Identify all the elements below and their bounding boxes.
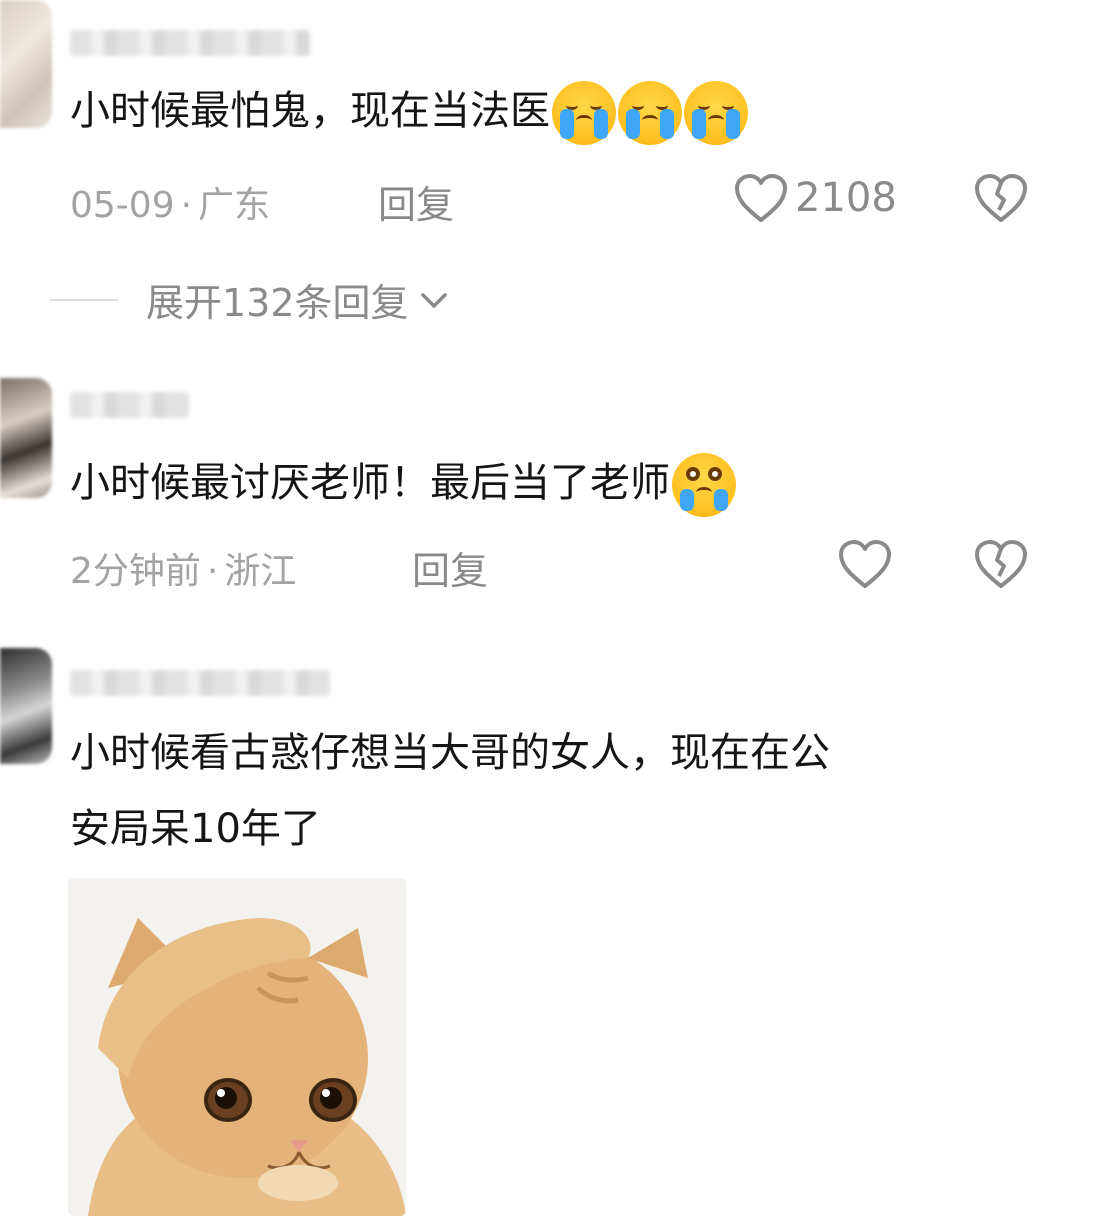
avatar[interactable] <box>0 648 52 764</box>
face-holding-back-tears-icon <box>672 453 736 517</box>
comment-1: 小时候最怕鬼，现在当法医 05-09 · 广东 回复 2108 展开132条回复 <box>0 0 1093 330</box>
comment-2: 小时候最讨厌老师！最后当了老师 2分钟前 · 浙江 回复 <box>0 360 1093 610</box>
username-blurred[interactable] <box>70 30 310 56</box>
loudly-crying-face-icon <box>552 81 616 145</box>
meta-separator: · <box>206 551 219 592</box>
comment-date: 2分钟前 <box>70 551 201 592</box>
reply-button[interactable]: 回复 <box>378 174 454 229</box>
comment-text-line-1: 小时候看古惑仔想当大哥的女人，现在在公 <box>70 730 830 776</box>
broken-heart-icon <box>975 174 1027 222</box>
comment-meta: 2分钟前 · 浙江 <box>70 542 296 594</box>
like-button[interactable] <box>837 538 893 590</box>
like-button[interactable]: 2108 <box>733 172 897 224</box>
like-count: 2108 <box>795 175 897 221</box>
comment-text: 小时候最讨厌老师！最后当了老师 <box>70 452 736 517</box>
loudly-crying-face-icon <box>618 81 682 145</box>
comment-text: 小时候最怕鬼，现在当法医 <box>70 80 748 145</box>
cat-illustration <box>68 878 406 1216</box>
expand-replies-button[interactable]: 展开132条回复 <box>50 272 451 327</box>
loudly-crying-face-icon <box>684 81 748 145</box>
heart-icon <box>839 540 891 588</box>
username-blurred[interactable] <box>70 392 190 418</box>
username-blurred[interactable] <box>70 670 330 696</box>
dislike-button[interactable] <box>973 172 1029 228</box>
heart-icon <box>735 174 787 222</box>
dislike-button[interactable] <box>973 538 1029 594</box>
comment-body: 小时候最怕鬼，现在当法医 <box>70 88 550 134</box>
broken-heart-icon <box>975 540 1027 588</box>
expand-replies-label: 展开132条回复 <box>146 281 409 325</box>
comment-date: 05-09 <box>70 185 175 226</box>
cat-meme-image[interactable] <box>68 878 406 1216</box>
meta-separator: · <box>180 185 193 226</box>
comment-text-line-2: 安局呆10年了 <box>70 806 321 852</box>
comment-body: 小时候最讨厌老师！最后当了老师 <box>70 460 670 506</box>
comment-location: 广东 <box>198 185 271 226</box>
comment-location: 浙江 <box>224 551 297 592</box>
avatar[interactable] <box>0 0 52 128</box>
reply-button[interactable]: 回复 <box>412 540 488 595</box>
avatar[interactable] <box>0 378 52 498</box>
chevron-down-icon <box>420 292 447 308</box>
divider-line <box>50 298 118 301</box>
comment-meta: 05-09 · 广东 <box>70 176 270 228</box>
